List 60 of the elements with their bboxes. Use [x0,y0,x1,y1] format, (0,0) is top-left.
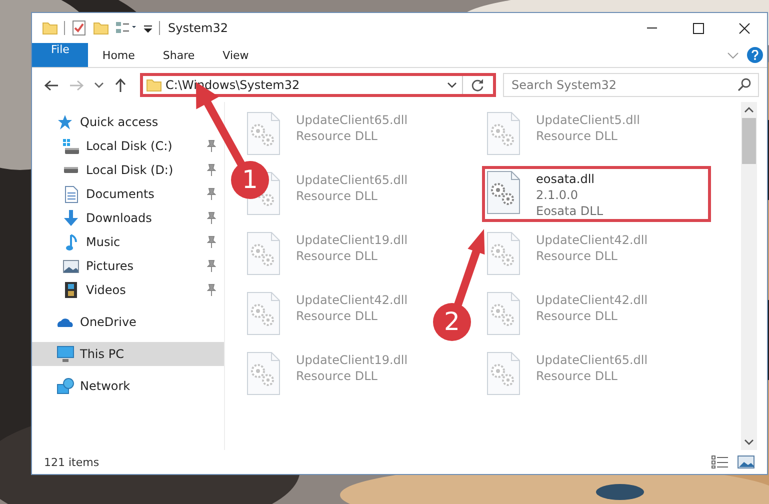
scrollbar[interactable] [741,102,757,450]
file-menu[interactable]: File [32,43,88,67]
music-note-icon [66,234,76,250]
scroll-up-icon[interactable] [744,107,754,113]
nav-item[interactable]: Pictures [32,254,224,278]
scroll-down-icon[interactable] [744,439,754,445]
download-icon [64,210,78,226]
nav-item[interactable]: Videos [32,278,224,302]
maximize-icon[interactable] [692,22,704,34]
view-icon[interactable] [115,20,137,36]
file-type: Resource DLL [536,368,618,384]
file-name[interactable]: eosata.dll [536,171,604,187]
nav-item[interactable]: Music [32,230,224,254]
nav-item[interactable]: Quick access [32,110,224,134]
help-icon[interactable] [747,47,763,63]
nav-item[interactable]: Downloads [32,206,224,230]
file-type: Resource DLL [536,128,618,144]
file-icon[interactable] [487,171,520,214]
details-view-icon[interactable] [711,455,729,469]
file-type: Resource DLL [296,128,378,144]
nav-item[interactable]: Local Disk (C:) [32,134,224,158]
file-version: 2.1.0.0 [536,187,579,203]
nav-item[interactable]: Local Disk (D:) [32,158,224,182]
search-icon[interactable] [738,78,751,91]
nav-item[interactable]: This PC [32,342,224,366]
folder-icon [146,77,162,93]
drive-icon [64,167,78,173]
file-type: Resource DLL [296,368,378,384]
quick-access-icon [57,114,73,130]
chevron-down-icon[interactable] [94,82,104,88]
document-icon [64,186,78,202]
computer-icon [56,346,74,362]
ribbon-tab[interactable]: Home [88,43,149,67]
cloud-icon [57,318,73,326]
item-count: 121 items [44,456,100,468]
file-type: Resource DLL [536,308,618,324]
scroll-thumb[interactable] [742,118,756,164]
nav-item[interactable]: OneDrive [32,310,224,334]
back-arrow-icon[interactable] [44,80,58,90]
pictures-icon [63,260,79,272]
large-icons-view-icon[interactable] [737,455,755,469]
refresh-icon[interactable] [471,78,484,92]
file-type: Resource DLL [536,248,618,264]
network-icon [56,378,74,394]
close-icon[interactable] [738,22,750,34]
file-type: Eosata DLL [536,203,604,219]
ribbon-tab[interactable]: View [208,43,263,67]
file-type: Resource DLL [296,308,378,324]
film-icon [65,282,77,298]
search-field[interactable]: Search System32 [502,73,759,97]
file-type: Resource DLL [296,188,378,204]
properties-icon[interactable] [71,20,87,36]
nav-item[interactable]: Documents [32,182,224,206]
up-arrow-icon[interactable] [115,78,126,92]
drive-icon [63,138,79,154]
window-title: System32 [168,21,230,35]
ribbon-tab[interactable]: Share [148,43,209,67]
file-type: Resource DLL [296,248,378,264]
nav-item[interactable]: Network [32,374,224,398]
chevron-down-icon[interactable] [446,82,456,88]
